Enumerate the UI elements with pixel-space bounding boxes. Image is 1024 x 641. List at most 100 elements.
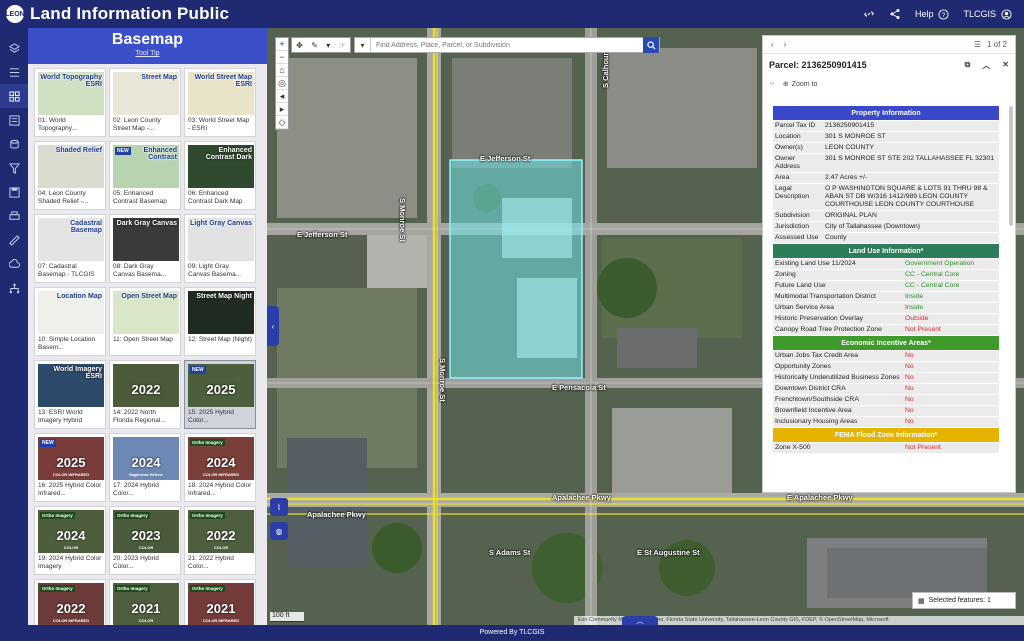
database-icon[interactable]	[0, 132, 28, 156]
street-label: S Monroe St	[398, 198, 407, 242]
basemap-tile[interactable]: Enhanced Contrast Dark 06: Enhanced Contr…	[184, 141, 256, 210]
chevron-down-icon[interactable]: ▾	[326, 41, 330, 50]
basemap-tile[interactable]: Location Map 10: Simple Location Basem...	[34, 287, 106, 356]
panel-collapse-toggle[interactable]: ‹	[267, 306, 279, 346]
basemap-tile[interactable]: 2024 Eagleview Helene 17: 2024 Hybrid Colo…	[109, 433, 181, 502]
basemap-caption: 03: World Street Map - ESRI	[188, 117, 250, 132]
share-icon[interactable]	[889, 8, 901, 20]
user-icon	[1000, 8, 1012, 20]
print-icon[interactable]	[0, 204, 28, 228]
layers-icon[interactable]	[0, 36, 28, 60]
list-view-icon[interactable]: ☰	[974, 40, 981, 49]
compass-icon[interactable]: ◇	[276, 116, 288, 129]
basemap-caption: 12: Street Map (Night)	[188, 336, 252, 343]
attribute-value: No	[903, 383, 999, 395]
left-toolbar	[0, 28, 28, 625]
basemap-tile[interactable]: Cadastral Basemap 07: Cadastral Basemap -…	[34, 214, 106, 283]
save-icon[interactable]	[0, 180, 28, 204]
basemap-thumbnail: Dark Gray Canvas	[113, 218, 179, 261]
street-label: E Jefferson St	[480, 154, 531, 163]
zoom-in-button[interactable]: +	[276, 38, 288, 51]
collapse-icon[interactable]: ︿	[982, 60, 990, 71]
help-icon: ?	[937, 8, 949, 20]
weather-icon[interactable]	[0, 252, 28, 276]
legend-icon[interactable]	[0, 108, 28, 132]
header-actions: Help ? TLCGIS	[863, 0, 1012, 28]
basemap-tile[interactable]: Shaded Relief 04: Leon County Shaded Reli…	[34, 141, 106, 210]
help-label: Help	[914, 9, 934, 19]
pager-count: 1 of 2	[986, 40, 1007, 49]
basemap-tile[interactable]: World Topography ESRI 01: World Topograph…	[34, 68, 106, 137]
basemap-tile[interactable]: 2022 14: 2022 North Florida Regional...	[109, 360, 181, 429]
ortho-badge: Ortho Imagery	[115, 512, 150, 519]
tool-tip-link[interactable]: Tool Tip	[28, 50, 267, 57]
back-icon[interactable]: ◂	[276, 90, 288, 103]
basemap-tile[interactable]: Ortho Imagery 2024 COLOR INFRARED 18: 2024 …	[184, 433, 256, 502]
basemap-grid-icon[interactable]	[0, 84, 28, 108]
street-label: E Jefferson St	[297, 230, 348, 239]
attribute-key: Existing Land Use 11/2024	[773, 259, 903, 270]
attribute-value: Inside	[903, 291, 999, 303]
search-input[interactable]	[371, 38, 643, 52]
attribute-row: Location 301 S MONROE ST	[773, 131, 999, 143]
basemap-tile[interactable]: Street Map 02: Leon County Street Map -..…	[109, 68, 181, 137]
close-icon[interactable]: ✕	[1002, 60, 1009, 71]
basemap-tile[interactable]: Open Street Map 11: Open Street Map	[109, 287, 181, 356]
grid-icon[interactable]: ⁘	[769, 80, 775, 88]
chart-icon[interactable]: ⌇	[270, 498, 288, 516]
basemap-tile[interactable]: Light Gray Canvas 09: Light Gray Canvas B…	[184, 214, 256, 283]
thumbnail-year: 2022	[131, 382, 161, 397]
next-icon[interactable]: ›	[784, 40, 787, 49]
list-icon[interactable]	[0, 60, 28, 84]
basemap-tile[interactable]: Ortho Imagery 2023 COLOR 20: 2023 Hybrid Co…	[109, 506, 181, 575]
thumbnail-year: 2025	[206, 382, 236, 397]
attribute-row: Future Land Use CC - Central Core	[773, 280, 999, 292]
basemap-tile[interactable]: World Imagery ESRI 13: ESRI World Imagery…	[34, 360, 106, 429]
basemap-tile[interactable]: NEW 2025 COLOR INFRARED 16: 2025 Hybrid Col…	[34, 433, 106, 502]
attribute-key: Opportunity Zones	[773, 361, 903, 373]
hierarchy-icon[interactable]	[0, 276, 28, 300]
basemap-tile[interactable]: Dark Gray Canvas 08: Dark Gray Canvas Bas…	[109, 214, 181, 283]
basemap-tile[interactable]: Ortho Imagery 2022 COLOR 21: 2022 Hybrid Co…	[184, 506, 256, 575]
basemap-tile[interactable]: Ortho Imagery 2024 COLOR 19: 2024 Hybrid Co…	[34, 506, 106, 575]
ortho-badge: Ortho Imagery	[190, 585, 225, 592]
svg-text:?: ?	[942, 11, 946, 18]
basemap-caption: 01: World Topography...	[38, 117, 77, 132]
globe-icon[interactable]: ◍	[270, 522, 288, 540]
home-icon[interactable]: ⌂	[276, 64, 288, 77]
locate-icon[interactable]: ◎	[276, 77, 288, 90]
new-badge: NEW	[190, 366, 206, 374]
section-economic-header: Economic Incentive Areas*	[773, 336, 999, 350]
attribute-value: 301 S MONROE ST STE 202 TALLAHASSEE FL 3…	[823, 153, 999, 173]
attribute-key: Subdivision	[773, 210, 823, 222]
forward-icon[interactable]: ▸	[276, 103, 288, 116]
pencil-icon[interactable]: ✎	[311, 41, 318, 50]
zoom-out-button[interactable]: −	[276, 51, 288, 64]
bottom-panel-toggle[interactable]: ︿	[622, 616, 658, 625]
basemap-thumbnail: Light Gray Canvas	[188, 218, 254, 261]
select-icon[interactable]: ✥	[296, 41, 303, 50]
link-icon[interactable]	[863, 8, 875, 20]
basemap-tile[interactable]: NEW Enhanced Contrast 05: Enhanced Contras…	[109, 141, 181, 210]
basemap-caption: 17: 2024 Hybrid Color...	[113, 482, 159, 497]
section-property-header: Property Information	[773, 106, 999, 120]
measure-icon[interactable]	[0, 228, 28, 252]
help-button[interactable]: Help ?	[915, 8, 950, 20]
search-source-dropdown[interactable]: ▾	[355, 38, 371, 52]
basemap-tile[interactable]: Street Map Night 12: Street Map (Night)	[184, 287, 256, 356]
hand-icon[interactable]: ☞	[339, 41, 346, 50]
popup-scrollbar[interactable]	[1009, 106, 1013, 226]
search-button[interactable]	[643, 37, 659, 53]
attribute-value: CC - Central Core	[903, 269, 999, 281]
basemap-thumbnail: NEW 2025	[188, 364, 254, 407]
basemap-tile[interactable]: NEW 2025 15: 2025 Hybrid Color...	[184, 360, 256, 429]
dock-icon[interactable]: ⧉	[965, 60, 971, 71]
zoom-to-button[interactable]: ⊕ Zoom to	[783, 80, 818, 89]
selected-features-button[interactable]: ▦ Selected features: 1	[912, 592, 1016, 609]
user-button[interactable]: TLCGIS	[963, 8, 1012, 20]
previous-icon[interactable]: ‹	[771, 40, 774, 49]
basemap-tile[interactable]: World Street Map ESRI 03: World Street Ma…	[184, 68, 256, 137]
table-icon: ▦	[918, 597, 925, 605]
filter-icon[interactable]	[0, 156, 28, 180]
thumbnail-year: 2023	[131, 528, 161, 543]
